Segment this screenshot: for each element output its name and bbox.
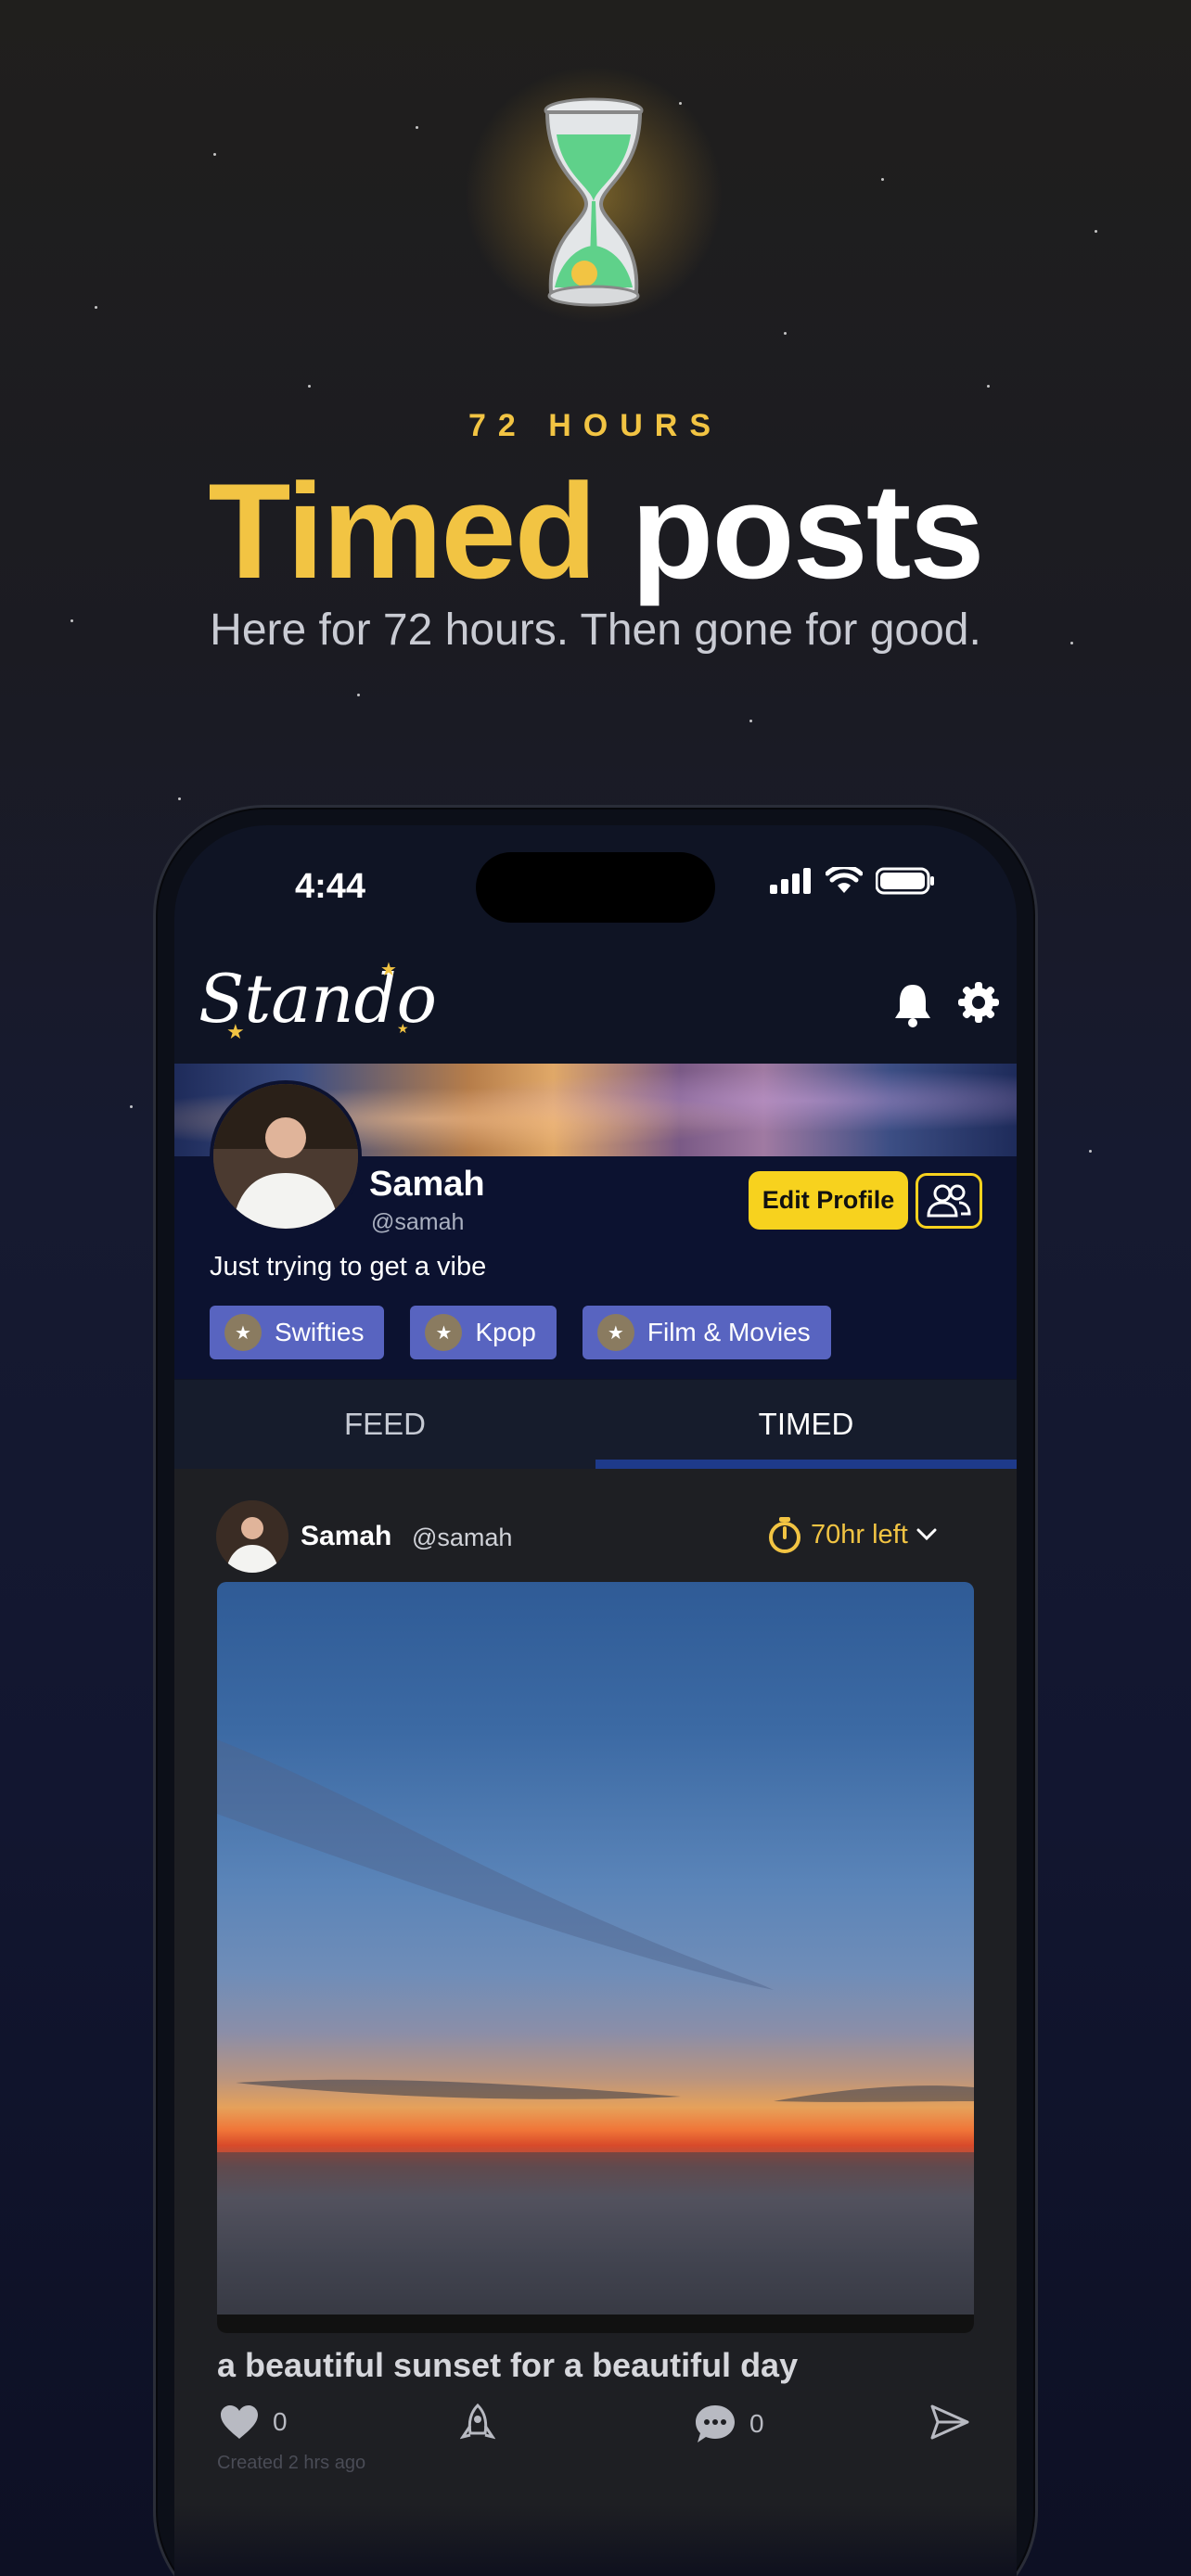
battery-icon: [876, 867, 934, 895]
svg-text:★: ★: [380, 960, 397, 980]
star: [357, 694, 360, 696]
tab-timed[interactable]: TIMED: [596, 1380, 1017, 1469]
time-left-dropdown[interactable]: 70hr left: [766, 1515, 938, 1554]
post-created: Created 2 hrs ago: [217, 2453, 366, 2473]
time-left-label: 70hr left: [811, 1519, 908, 1549]
fandom-tags: ★ Swifties ★ Kpop ★ Film & Movies: [210, 1306, 831, 1359]
star: [416, 126, 418, 129]
star: [749, 720, 752, 722]
sunset-photo: [217, 1740, 974, 2333]
fandom-icon: ★: [224, 1314, 262, 1351]
friends-button[interactable]: [916, 1173, 982, 1229]
rocket-icon: [460, 2404, 495, 2440]
comment-icon: [696, 2405, 735, 2442]
tab-feed[interactable]: FEED: [174, 1380, 596, 1469]
bell-icon[interactable]: [892, 981, 933, 1027]
chevron-down-icon: [916, 1528, 937, 1541]
star: [1095, 230, 1097, 233]
tag-label: Kpop: [475, 1318, 536, 1346]
profile-name: Samah: [369, 1165, 485, 1204]
wifi-icon: [826, 867, 863, 893]
edit-profile-button[interactable]: Edit Profile: [749, 1171, 908, 1230]
headline-accent: Timed: [208, 455, 596, 606]
post-handle: @samah: [412, 1524, 513, 1551]
star: [178, 797, 181, 800]
fandom-icon: ★: [425, 1314, 463, 1351]
tag-label: Swifties: [275, 1318, 365, 1346]
tag-film-movies[interactable]: ★ Film & Movies: [582, 1306, 831, 1359]
star: [130, 1105, 133, 1108]
users-icon: [927, 1184, 971, 1218]
avatar-photo: [213, 1084, 358, 1229]
tag-kpop[interactable]: ★ Kpop: [410, 1306, 557, 1359]
boost-action[interactable]: [460, 2404, 495, 2444]
star: [784, 332, 787, 335]
star: [213, 153, 216, 156]
stopwatch-icon: [769, 1517, 800, 1553]
fandom-icon: ★: [596, 1314, 634, 1351]
status-time: 4:44: [295, 867, 366, 906]
hero-subhead: Here for 72 hours. Then gone for good.: [210, 606, 981, 655]
profile-bio: Just trying to get a vibe: [210, 1252, 487, 1282]
hero-headline: Timed posts: [0, 462, 1191, 601]
avatar-photo: [216, 1500, 288, 1573]
signal-icon: [770, 868, 811, 894]
headline-rest: posts: [595, 455, 984, 606]
bottom-nav-fade: [174, 2504, 1017, 2576]
hero-kicker: 72 HOURS: [467, 408, 724, 443]
send-icon: [930, 2404, 969, 2440]
tag-swifties[interactable]: ★ Swifties: [210, 1306, 385, 1359]
status-icons: [770, 867, 935, 895]
tag-label: Film & Movies: [647, 1318, 811, 1346]
post-avatar[interactable]: [216, 1500, 288, 1573]
profile-tabs: FEED TIMED: [174, 1380, 1017, 1469]
post-actions: 0 0: [219, 2404, 970, 2450]
post-caption: a beautiful sunset for a beautiful day: [217, 2346, 799, 2384]
comment-count: 0: [749, 2409, 764, 2438]
comment-action[interactable]: 0: [694, 2404, 764, 2444]
gear-icon[interactable]: [957, 981, 1000, 1024]
post-image[interactable]: [217, 1582, 974, 2333]
standom-logo[interactable]: Standom ★ ★ ★: [189, 955, 440, 1048]
like-action[interactable]: 0: [219, 2404, 288, 2441]
heart-icon: [221, 2405, 258, 2439]
star: [308, 385, 311, 388]
star: [987, 385, 990, 388]
share-action[interactable]: [929, 2404, 970, 2441]
like-count: 0: [273, 2407, 288, 2436]
svg-text:★: ★: [226, 1020, 245, 1043]
star: [95, 306, 97, 309]
star: [1089, 1150, 1092, 1153]
dynamic-island: [476, 852, 715, 923]
svg-text:★: ★: [397, 1021, 409, 1036]
hourglass-icon: [544, 97, 644, 307]
star: [881, 178, 884, 181]
avatar[interactable]: [210, 1080, 362, 1232]
profile-handle: @samah: [371, 1209, 465, 1235]
post-author[interactable]: Samah: [301, 1521, 391, 1552]
